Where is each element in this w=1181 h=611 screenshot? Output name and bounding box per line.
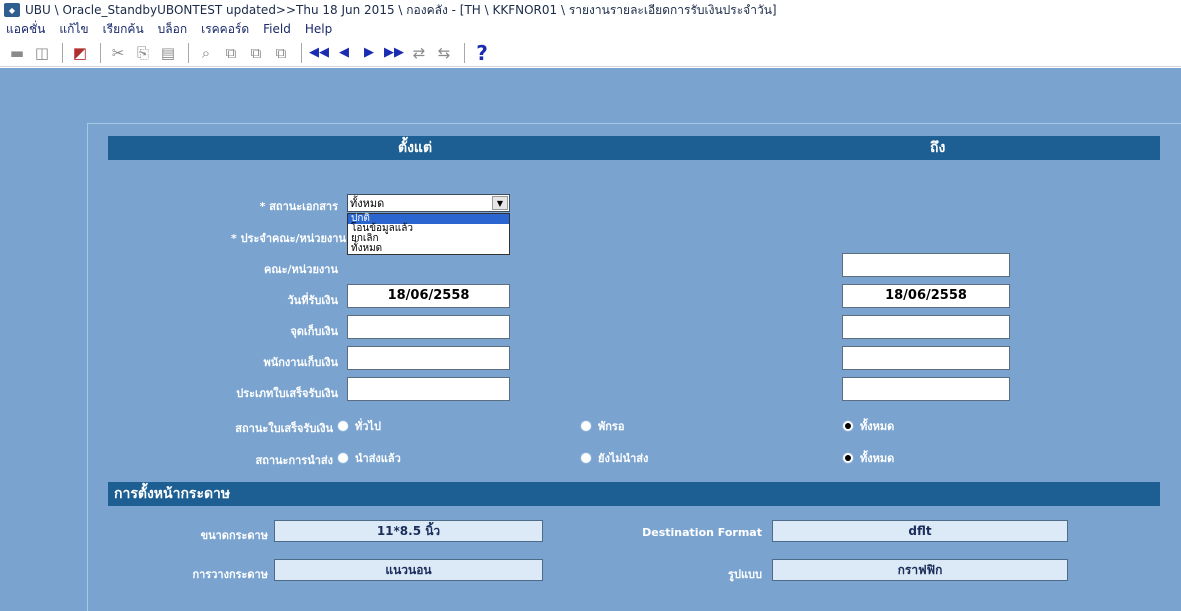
toolbar-separator — [100, 42, 101, 63]
orientation-label: การวางกระดาษ — [192, 568, 268, 581]
page-setup-header-band: การตั้งหน้ากระดาษ — [108, 482, 1160, 506]
menu-help[interactable]: Help — [305, 22, 332, 36]
destination-format-label: Destination Format — [642, 526, 762, 539]
collect-point-from-field[interactable] — [347, 315, 510, 339]
status-option[interactable]: ทั้งหมด — [348, 244, 509, 254]
send-status-all-radio[interactable]: ทั้งหมด — [842, 449, 894, 467]
to-header: ถึง — [930, 140, 946, 156]
first-record-icon[interactable]: ◀◀ — [308, 42, 330, 64]
receipt-status-pending-radio[interactable]: พักรอ — [580, 417, 624, 435]
radio-selected-icon — [842, 420, 854, 432]
status-selected-value: ทั้งหมด — [350, 197, 385, 210]
send-status-sent-radio[interactable]: นำส่งแล้ว — [337, 449, 401, 467]
chevron-down-icon[interactable]: ▼ — [492, 196, 508, 210]
toolbar: ▬ ◫ ◩ ✂ ⎘ ▤ ⌕ ⧉ ⧉ ⧉ ◀◀ ◀ ▶ ▶▶ ⇄ ⇆ ? — [0, 39, 1181, 67]
radio-label: ทั้งหมด — [860, 420, 895, 433]
toolbar-separator — [464, 42, 465, 63]
radio-label: พักรอ — [598, 420, 625, 433]
menu-field[interactable]: Field — [263, 22, 291, 36]
style-label: รูปแบบ — [728, 568, 762, 581]
report-parameter-panel: ตั้งแต่ ถึง * สถานะเอกสาร ทั้งหมด ▼ ปกติ… — [87, 123, 1181, 611]
menu-record[interactable]: เรคคอร์ด — [201, 20, 249, 39]
print-preview-icon[interactable]: ◫ — [31, 42, 53, 64]
menu-block[interactable]: บล็อก — [158, 20, 187, 39]
faculty-label: คณะ/หน่วยงาน — [264, 263, 338, 276]
receipt-date-to-field[interactable]: 18/06/2558 — [842, 284, 1010, 308]
receipt-status-all-radio[interactable]: ทั้งหมด — [842, 417, 894, 435]
menu-action[interactable]: แอคชั่น — [6, 20, 45, 39]
collect-point-label: จุดเก็บเงิน — [290, 325, 338, 338]
status-options-list: ปกติ โอนข้อมูลแล้ว ยกเลิก ทั้งหมด — [347, 213, 510, 255]
destination-format-field[interactable]: dflt — [772, 520, 1068, 542]
radio-selected-icon — [842, 452, 854, 464]
exit-icon[interactable]: ◩ — [69, 42, 91, 64]
radio-icon — [337, 452, 349, 464]
cut-icon[interactable]: ✂ — [107, 42, 129, 64]
form-canvas: ตั้งแต่ ถึง * สถานะเอกสาร ทั้งหมด ▼ ปกติ… — [0, 68, 1181, 611]
enter-query-icon[interactable]: ⌕ — [195, 42, 217, 64]
receipt-type-label: ประเภทใบเสร็จรับเงิน — [236, 387, 338, 400]
toolbar-separator — [188, 42, 189, 63]
delete-record-icon[interactable]: ⧉ — [270, 42, 292, 64]
insert-record-icon[interactable]: ⧉ — [245, 42, 267, 64]
receipt-date-label: วันที่รับเงิน — [287, 294, 339, 307]
execute-query-icon[interactable]: ⧉ — [220, 42, 242, 64]
collector-from-field[interactable] — [347, 346, 510, 370]
previous-record-icon[interactable]: ◀ — [333, 42, 355, 64]
copy-icon[interactable]: ⎘ — [132, 42, 154, 64]
paper-size-label: ขนาดกระดาษ — [200, 529, 268, 542]
previous-block-icon[interactable]: ⇄ — [408, 42, 430, 64]
radio-label: ยังไม่นำส่ง — [598, 452, 649, 465]
paste-icon[interactable]: ▤ — [157, 42, 179, 64]
radio-icon — [580, 420, 592, 432]
receipt-type-from-field[interactable] — [347, 377, 510, 401]
save-icon[interactable]: ▬ — [6, 42, 28, 64]
collect-point-to-field[interactable] — [842, 315, 1010, 339]
range-header-band: ตั้งแต่ ถึง — [108, 136, 1160, 160]
send-status-label: สถานะการนำส่ง — [255, 454, 333, 467]
app-icon: ◆ — [4, 3, 20, 17]
radio-icon — [580, 452, 592, 464]
next-block-icon[interactable]: ⇆ — [433, 42, 455, 64]
faculty-owner-label: * ประจำคณะ/หน่วยงาน — [231, 232, 346, 245]
receipt-status-label: สถานะใบเสร็จรับเงิน — [235, 422, 333, 435]
from-header: ตั้งแต่ — [398, 140, 433, 156]
title-bar: ◆ UBU \ Oracle_StandbyUBONTEST updated>>… — [0, 0, 1181, 20]
radio-label: ทั่วไป — [355, 420, 381, 433]
page-setup-header: การตั้งหน้ากระดาษ — [114, 486, 231, 502]
faculty-to-field[interactable] — [842, 253, 1010, 277]
last-record-icon[interactable]: ▶▶ — [383, 42, 405, 64]
status-select[interactable]: ทั้งหมด ▼ — [347, 194, 510, 212]
toolbar-separator — [62, 42, 63, 63]
status-label: * สถานะเอกสาร — [259, 200, 338, 213]
paper-size-field[interactable]: 11*8.5 นิ้ว — [274, 520, 543, 542]
receipt-status-general-radio[interactable]: ทั่วไป — [337, 417, 381, 435]
style-field[interactable]: กราฟฟิก — [772, 559, 1068, 581]
collector-label: พนักงานเก็บเงิน — [263, 356, 338, 369]
radio-label: นำส่งแล้ว — [355, 452, 401, 465]
window-title: UBU \ Oracle_StandbyUBONTEST updated>>Th… — [25, 2, 777, 17]
receipt-type-to-field[interactable] — [842, 377, 1010, 401]
radio-label: ทั้งหมด — [860, 452, 895, 465]
orientation-field[interactable]: แนวนอน — [274, 559, 543, 581]
send-status-not-sent-radio[interactable]: ยังไม่นำส่ง — [580, 449, 648, 467]
help-icon[interactable]: ? — [471, 41, 493, 65]
menu-bar: แอคชั่น แก้ไข เรียกค้น บล็อก เรคคอร์ด Fi… — [0, 20, 1181, 38]
menu-query[interactable]: เรียกค้น — [103, 20, 144, 39]
collector-to-field[interactable] — [842, 346, 1010, 370]
next-record-icon[interactable]: ▶ — [358, 42, 380, 64]
toolbar-separator — [301, 42, 302, 63]
menu-edit[interactable]: แก้ไข — [59, 20, 88, 39]
radio-icon — [337, 420, 349, 432]
receipt-date-from-field[interactable]: 18/06/2558 — [347, 284, 510, 308]
